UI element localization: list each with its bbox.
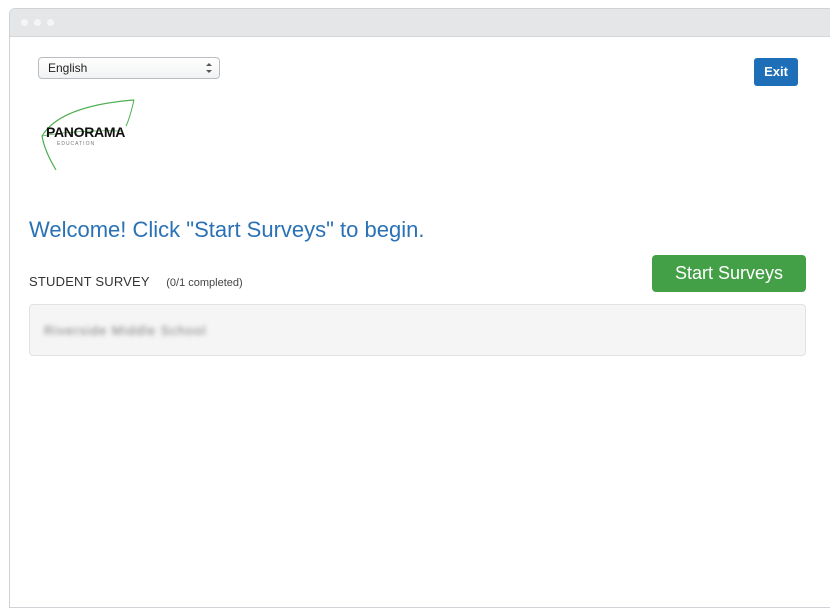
language-select[interactable]: English bbox=[38, 57, 220, 79]
panorama-logo: PANORAMA EDUCATION bbox=[34, 98, 164, 170]
window-titlebar bbox=[10, 9, 830, 37]
welcome-heading: Welcome! Click "Start Surveys" to begin. bbox=[29, 217, 425, 242]
start-surveys-button[interactable]: Start Surveys bbox=[652, 255, 806, 292]
language-select-value: English bbox=[48, 61, 88, 75]
survey-title: STUDENT SURVEY bbox=[29, 274, 150, 289]
logo-wordmark: PANORAMA bbox=[46, 124, 126, 140]
window-close-dot[interactable] bbox=[21, 19, 28, 26]
window-minimize-dot[interactable] bbox=[34, 19, 41, 26]
exit-button[interactable]: Exit bbox=[754, 58, 798, 86]
survey-list-item[interactable]: Riverside Middle School bbox=[29, 304, 806, 356]
survey-heading: STUDENT SURVEY (0/1 completed) bbox=[29, 273, 243, 291]
logo-subtitle: EDUCATION bbox=[57, 141, 96, 147]
select-arrows-icon bbox=[206, 63, 212, 73]
survey-item-name: Riverside Middle School bbox=[44, 323, 207, 338]
window-zoom-dot[interactable] bbox=[47, 19, 54, 26]
survey-progress: (0/1 completed) bbox=[166, 277, 243, 289]
